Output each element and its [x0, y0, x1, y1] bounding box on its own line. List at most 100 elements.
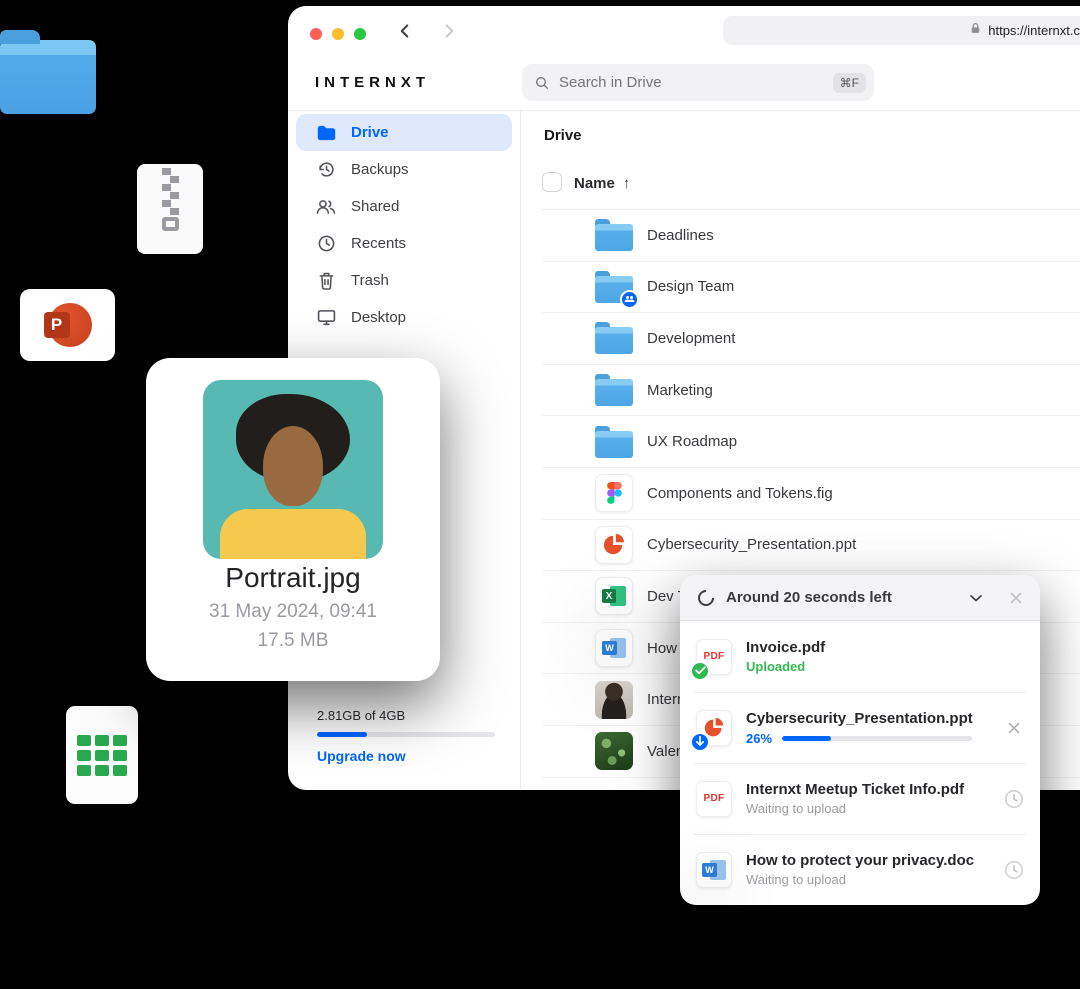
- address-bar[interactable]: https://internxt.c: [723, 16, 1080, 45]
- sort-ascending-icon: ↑: [623, 175, 631, 192]
- sidebar-item-label: Recents: [351, 235, 406, 252]
- upload-panel-header: Around 20 seconds left: [680, 575, 1040, 621]
- table-row[interactable]: Development: [542, 313, 1080, 365]
- row-label: Development: [647, 330, 735, 347]
- storage-progress-fill: [317, 732, 367, 737]
- close-panel-button[interactable]: [1004, 586, 1028, 610]
- row-label: UX Roadmap: [647, 433, 737, 450]
- sidebar-item-label: Drive: [351, 124, 389, 141]
- table-row[interactable]: Deadlines: [542, 210, 1080, 262]
- upload-time-remaining: Around 20 seconds left: [726, 589, 892, 606]
- zoom-window-button[interactable]: [354, 28, 366, 40]
- upload-item[interactable]: W How to protect your privacy.doc Waitin…: [680, 834, 1040, 905]
- upload-status: Waiting to upload: [746, 801, 1002, 816]
- portrait-face: [263, 426, 323, 506]
- table-row[interactable]: Design Team: [542, 262, 1080, 314]
- trash-icon: [316, 271, 336, 291]
- excel-file-icon: X: [595, 577, 633, 615]
- shared-folder-icon: [595, 276, 633, 303]
- name-column-header[interactable]: Name ↑: [574, 175, 630, 192]
- folder-icon: [595, 431, 633, 458]
- table-row[interactable]: Cybersecurity_Presentation.ppt: [542, 520, 1080, 572]
- collapse-panel-button[interactable]: [964, 586, 988, 610]
- upload-filename: Cybersecurity_Presentation.ppt: [746, 710, 1002, 727]
- search-input[interactable]: Search in Drive ⌘F: [522, 64, 874, 101]
- powerpoint-logo-icon: P: [44, 301, 92, 349]
- photo-thumbnail: [595, 681, 633, 719]
- sidebar-item-shared[interactable]: Shared: [296, 188, 512, 225]
- figma-file-icon: [595, 474, 633, 512]
- minimize-window-button[interactable]: [332, 28, 344, 40]
- waiting-clock-icon: [1002, 787, 1026, 811]
- zipper-tooth: [170, 208, 179, 215]
- name-column-label: Name: [574, 175, 615, 192]
- sidebar-item-desktop[interactable]: Desktop: [296, 299, 512, 336]
- preview-filename: Portrait.jpg: [146, 562, 440, 594]
- waiting-clock-icon: [1002, 858, 1026, 882]
- search-shortcut-badge: ⌘F: [833, 73, 866, 93]
- back-button[interactable]: [394, 20, 418, 44]
- upgrade-now-link[interactable]: Upgrade now: [317, 748, 495, 764]
- window-controls: [310, 28, 366, 40]
- pdf-label: PDF: [704, 793, 725, 804]
- powerpoint-file-icon: [696, 710, 732, 746]
- forward-button[interactable]: [438, 20, 462, 44]
- table-row[interactable]: UX Roadmap: [542, 416, 1080, 468]
- storage-widget: 2.81GB of 4GB Upgrade now: [317, 708, 495, 764]
- file-preview-card: Portrait.jpg 31 May 2024, 09:41 17.5 MB: [146, 358, 440, 681]
- upload-item[interactable]: Cybersecurity_Presentation.ppt 26%: [680, 692, 1040, 763]
- pdf-file-icon: PDF: [696, 781, 732, 817]
- upload-progress-panel: Around 20 seconds left PDF Invoice.pdf U…: [680, 575, 1040, 905]
- url-text: https://internxt.c: [988, 23, 1080, 38]
- preview-filesize: 17.5 MB: [146, 630, 440, 652]
- upload-item[interactable]: PDF Internxt Meetup Ticket Info.pdf Wait…: [680, 763, 1040, 834]
- spreadsheet-file-icon[interactable]: [66, 706, 138, 804]
- word-file-icon: W: [696, 852, 732, 888]
- desktop-folder-icon[interactable]: [0, 40, 96, 114]
- sidebar-item-trash[interactable]: Trash: [296, 262, 512, 299]
- uploading-arrow-icon: [690, 732, 710, 752]
- row-label: Components and Tokens.fig: [647, 485, 833, 502]
- row-label: Deadlines: [647, 227, 714, 244]
- folder-icon: [595, 327, 633, 354]
- zip-file-icon[interactable]: [137, 164, 203, 254]
- upload-percent: 26%: [746, 731, 772, 746]
- upload-filename: How to protect your privacy.doc: [746, 852, 1002, 869]
- folder-icon: [316, 123, 336, 143]
- powerpoint-app-icon[interactable]: P: [20, 289, 115, 361]
- table-row[interactable]: Components and Tokens.fig: [542, 468, 1080, 520]
- upload-status: Uploaded: [746, 659, 1026, 674]
- upload-filename: Invoice.pdf: [746, 639, 1026, 656]
- table-row[interactable]: Marketing: [542, 365, 1080, 417]
- upload-progress-fill: [782, 736, 831, 741]
- storage-progress-bar: [317, 732, 495, 737]
- folder-icon: [595, 379, 633, 406]
- photo-thumbnail: [595, 732, 633, 770]
- sidebar-item-label: Backups: [351, 161, 409, 178]
- row-label: Marketing: [647, 382, 713, 399]
- powerpoint-letter: P: [44, 312, 70, 338]
- sidebar-item-backups[interactable]: Backups: [296, 151, 512, 188]
- select-all-checkbox[interactable]: [542, 172, 562, 192]
- word-file-icon: W: [595, 629, 633, 667]
- close-window-button[interactable]: [310, 28, 322, 40]
- desktop-background: P https://internxt.c: [0, 0, 1080, 989]
- zipper-pull: [162, 217, 179, 231]
- sidebar-item-label: Shared: [351, 198, 399, 215]
- upload-status: Waiting to upload: [746, 872, 1002, 887]
- search-icon: [534, 75, 550, 91]
- upload-item[interactable]: PDF Invoice.pdf Uploaded: [680, 621, 1040, 692]
- spreadsheet-grid-icon: [77, 735, 127, 776]
- zipper-tooth: [170, 192, 179, 199]
- row-label: Design Team: [647, 278, 734, 295]
- sidebar-item-recents[interactable]: Recents: [296, 225, 512, 262]
- lock-icon: [969, 22, 982, 40]
- cancel-upload-button[interactable]: [1002, 716, 1026, 740]
- sidebar-item-drive[interactable]: Drive: [296, 114, 512, 151]
- browser-chrome: https://internxt.c: [288, 6, 1080, 58]
- history-icon: [316, 160, 336, 180]
- zipper-tooth: [170, 176, 179, 183]
- powerpoint-file-icon: [595, 526, 633, 564]
- search-placeholder: Search in Drive: [559, 74, 833, 91]
- storage-usage-text: 2.81GB of 4GB: [317, 708, 495, 723]
